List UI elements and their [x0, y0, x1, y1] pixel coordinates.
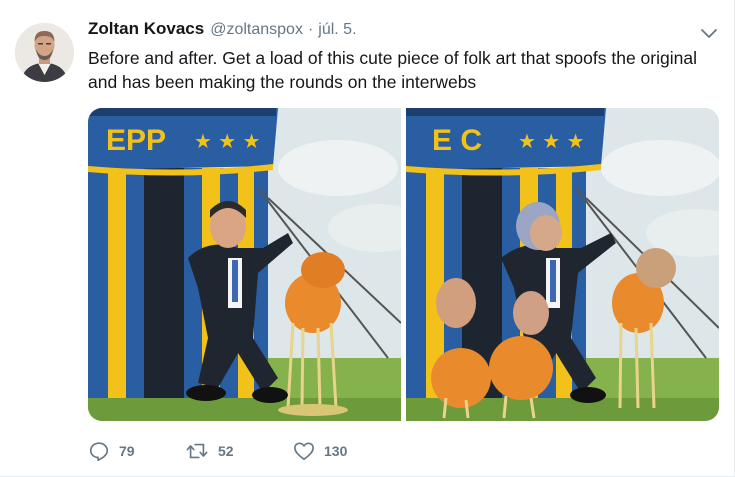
media-image-before[interactable]: EPP ★ ★ ★ [88, 108, 401, 421]
reply-button[interactable]: 79 [88, 438, 185, 464]
media-image-after[interactable]: E C ★ ★ ★ [406, 108, 719, 421]
tweet[interactable]: Zoltan Kovacs @zoltanspox · júl. 5. Befo… [0, 0, 735, 477]
banner-stars: ★ ★ ★ [518, 129, 585, 153]
retweet-button[interactable]: 52 [185, 438, 293, 464]
chevron-down-icon [701, 29, 717, 38]
reply-icon [89, 442, 109, 461]
user-avatar-icon [15, 23, 74, 82]
tweet-media[interactable]: EPP ★ ★ ★ E C ★ ★ ★ [88, 108, 719, 421]
header-separator: · [307, 21, 314, 38]
tweet-header: Zoltan Kovacs @zoltanspox · júl. 5. [88, 19, 357, 41]
tweet-date[interactable]: júl. 5. [318, 21, 356, 39]
tweet-text-line: Before and after. Get a load of this cut… [88, 48, 697, 68]
author-avatar[interactable] [15, 23, 74, 82]
author-name[interactable]: Zoltan Kovacs [88, 19, 204, 39]
like-count: 130 [324, 443, 348, 459]
tweet-text-line: and has been making the rounds on the in… [88, 72, 477, 92]
banner-stars: ★ ★ ★ [194, 129, 261, 153]
author-handle[interactable]: @zoltanspox [210, 21, 303, 39]
reply-count: 79 [119, 443, 135, 459]
retweet-count: 52 [218, 443, 234, 459]
tweet-menu-button[interactable] [700, 26, 718, 40]
retweet-icon [186, 443, 208, 459]
banner-text-ec: E C [432, 124, 482, 157]
tweet-text: Before and after. Get a load of this cut… [88, 46, 718, 94]
heart-icon [294, 442, 314, 460]
cartoon-after-image: E C ★ ★ ★ [406, 108, 719, 421]
tweet-actions: 79 52 130 [88, 438, 403, 464]
banner-text-epp: EPP [106, 124, 166, 157]
like-button[interactable]: 130 [293, 438, 403, 464]
cartoon-before-image: EPP ★ ★ ★ [88, 108, 401, 421]
